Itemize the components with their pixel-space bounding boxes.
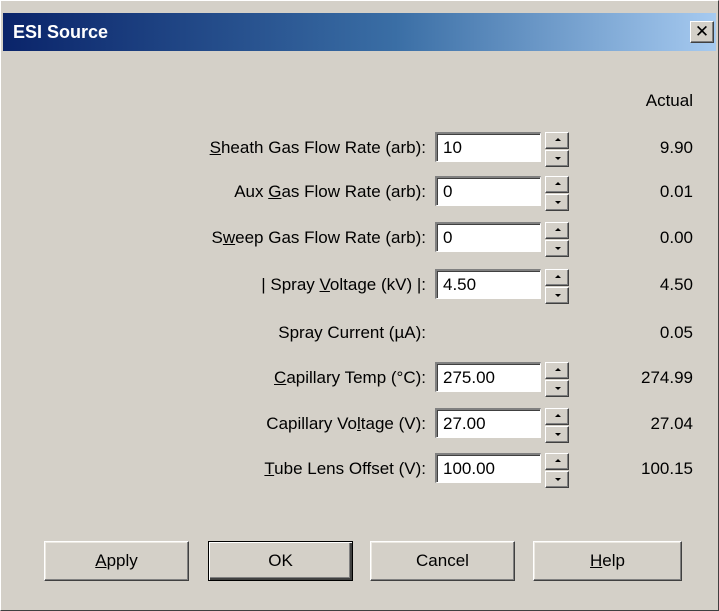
tube-lens-offset-spinner[interactable] [545, 453, 569, 489]
row-sheath-gas-flow: Sheath Gas Flow Rate (arb): 10 9.90 [1, 132, 718, 168]
arrow-up-icon [555, 414, 561, 417]
spray-voltage-spinner[interactable] [545, 269, 569, 305]
sheath-gas-flow-input[interactable]: 10 [435, 132, 541, 162]
spray-voltage-label: | Spray Voltage (kV) |: [261, 275, 426, 294]
capillary-voltage-actual: 27.04 [650, 414, 693, 433]
tube-lens-offset-input[interactable]: 100.00 [435, 453, 541, 483]
sweep-gas-flow-input[interactable]: 0 [435, 222, 541, 252]
sweep-gas-flow-spinner[interactable] [545, 222, 569, 258]
close-icon: ✕ [694, 22, 710, 41]
capillary-voltage-spinner[interactable] [545, 408, 569, 444]
ok-label: OK [268, 551, 293, 570]
cancel-button[interactable]: Cancel [370, 541, 515, 581]
spin-down-button[interactable] [545, 150, 569, 167]
sheath-gas-flow-spinner[interactable] [545, 132, 569, 168]
arrow-up-icon [555, 459, 561, 462]
arrow-up-icon [555, 368, 561, 371]
aux-gas-flow-input[interactable]: 0 [435, 176, 541, 206]
capillary-voltage-input[interactable]: 27.00 [435, 408, 541, 438]
apply-button[interactable]: Apply [44, 541, 189, 581]
arrow-down-icon [555, 201, 561, 204]
dialog-title: ESI Source [13, 22, 109, 42]
arrow-down-icon [555, 387, 561, 390]
spray-current-actual: 0.05 [659, 323, 693, 342]
spin-up-button[interactable] [545, 269, 569, 286]
capillary-voltage-label: Capillary Voltage (V): [266, 414, 426, 433]
arrow-down-icon [555, 157, 561, 160]
capillary-temp-label: Capillary Temp (°C): [274, 368, 426, 387]
ok-button[interactable]: OK [208, 541, 353, 581]
sweep-gas-flow-actual: 0.00 [659, 228, 693, 247]
spin-up-button[interactable] [545, 362, 569, 379]
capillary-temp-spinner[interactable] [545, 362, 569, 398]
spin-up-button[interactable] [545, 132, 569, 149]
esi-source-dialog: ESI Source ✕ Actual Sheath Gas Flow Rate… [0, 0, 719, 611]
title-bar[interactable]: ESI Source ✕ [3, 13, 716, 51]
sweep-gas-flow-label: Sweep Gas Flow Rate (arb): [211, 228, 426, 247]
arrow-down-icon [555, 433, 561, 436]
sheath-gas-flow-label: Sheath Gas Flow Rate (arb): [209, 138, 426, 157]
row-aux-gas-flow: Aux Gas Flow Rate (arb): 0 0.01 [1, 176, 718, 212]
row-capillary-voltage: Capillary Voltage (V): 27.00 27.04 [1, 408, 718, 444]
spin-up-button[interactable] [545, 453, 569, 470]
arrow-up-icon [555, 138, 561, 141]
apply-mnemonic: A [95, 551, 107, 570]
spin-down-button[interactable] [545, 240, 569, 257]
row-capillary-temp: Capillary Temp (°C): 275.00 274.99 [1, 362, 718, 398]
spray-current-label: Spray Current (µA): [278, 323, 426, 342]
spin-down-button[interactable] [545, 380, 569, 397]
row-spray-current: Spray Current (µA): 0.05 [1, 317, 718, 353]
spin-down-button[interactable] [545, 287, 569, 304]
help-mnemonic: H [590, 551, 603, 570]
help-button[interactable]: Help [533, 541, 682, 581]
arrow-down-icon [555, 478, 561, 481]
row-tube-lens-offset: Tube Lens Offset (V): 100.00 100.15 [1, 453, 718, 489]
close-button[interactable]: ✕ [690, 21, 714, 43]
spin-down-button[interactable] [545, 471, 569, 488]
arrow-up-icon [555, 182, 561, 185]
arrow-down-icon [555, 247, 561, 250]
actual-column-header: Actual [645, 91, 693, 110]
capillary-temp-input[interactable]: 275.00 [435, 362, 541, 392]
arrow-down-icon [555, 294, 561, 297]
apply-label: pply [106, 551, 138, 570]
aux-gas-flow-label: Aux Gas Flow Rate (arb): [234, 182, 426, 201]
spin-down-button[interactable] [545, 194, 569, 211]
cancel-label: Cancel [416, 551, 469, 570]
capillary-temp-actual: 274.99 [641, 368, 693, 387]
tube-lens-offset-label: Tube Lens Offset (V): [264, 459, 426, 478]
arrow-up-icon [555, 275, 561, 278]
aux-gas-flow-spinner[interactable] [545, 176, 569, 212]
help-label: elp [602, 551, 625, 570]
spin-down-button[interactable] [545, 426, 569, 443]
row-spray-voltage: | Spray Voltage (kV) |: 4.50 4.50 [1, 269, 718, 305]
spray-voltage-actual: 4.50 [659, 275, 693, 294]
tube-lens-offset-actual: 100.15 [641, 459, 693, 478]
arrow-up-icon [555, 228, 561, 231]
sheath-gas-flow-actual: 9.90 [659, 138, 693, 157]
spin-up-button[interactable] [545, 222, 569, 239]
spin-up-button[interactable] [545, 408, 569, 425]
row-sweep-gas-flow: Sweep Gas Flow Rate (arb): 0 0.00 [1, 222, 718, 258]
aux-gas-flow-actual: 0.01 [659, 182, 693, 201]
spray-voltage-input[interactable]: 4.50 [435, 269, 541, 299]
spin-up-button[interactable] [545, 176, 569, 193]
